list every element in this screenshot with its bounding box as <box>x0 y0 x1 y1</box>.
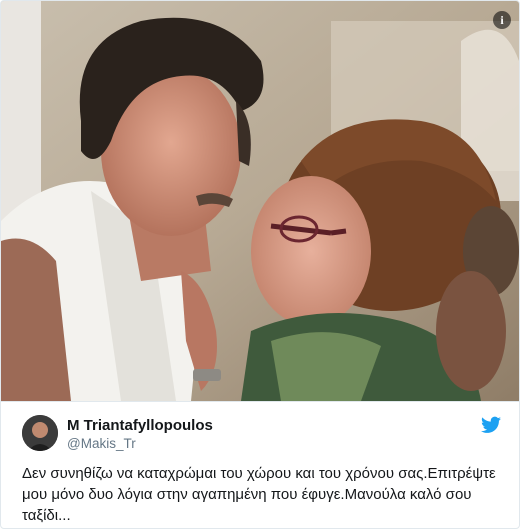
avatar-image <box>22 415 58 451</box>
tweet-text: Δεν συνηθίζω να καταχρώμαι του χώρου και… <box>22 465 500 524</box>
avatar[interactable] <box>22 415 58 451</box>
tweet-card[interactable]: i M Triantafyllopoulos @Makis_Tr Δεν συν… <box>0 0 520 529</box>
author-name[interactable]: M Triantafyllopoulos <box>67 417 213 434</box>
twitter-bird-icon[interactable] <box>481 416 501 434</box>
photo-illustration <box>1 1 519 401</box>
author-handle[interactable]: @Makis_Tr <box>67 436 136 451</box>
info-icon[interactable]: i <box>493 11 511 29</box>
divider <box>1 401 519 402</box>
tweet-photo[interactable]: i <box>1 1 519 401</box>
